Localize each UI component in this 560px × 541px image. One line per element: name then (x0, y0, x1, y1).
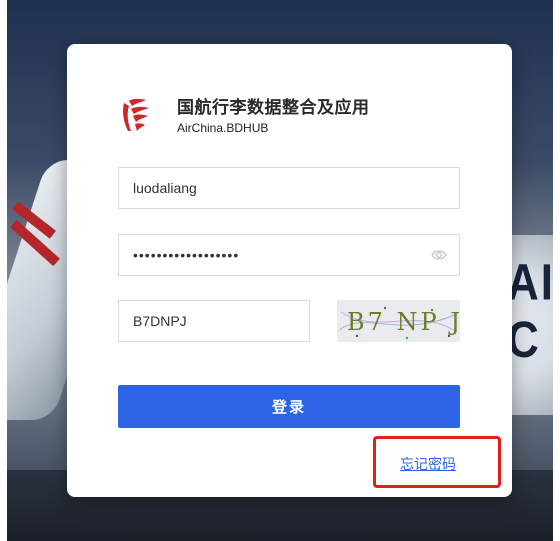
login-button[interactable]: 登录 (118, 385, 460, 428)
login-card: 国航行李数据整合及应用 AirChina.BDHUB B7 NP J 登录 忘记… (67, 44, 512, 497)
captcha-input[interactable] (133, 301, 303, 341)
right-edge (553, 0, 560, 541)
forgot-password-link[interactable]: 忘记密码 (400, 454, 456, 474)
app-title: 国航行李数据整合及应用 (177, 98, 370, 117)
captcha-image[interactable]: B7 NP J (337, 300, 460, 342)
app-subtitle: AirChina.BDHUB (177, 121, 269, 135)
password-field[interactable] (118, 234, 460, 276)
username-input[interactable] (133, 168, 423, 208)
left-edge (0, 0, 7, 541)
captcha-text: B7 NP J (347, 308, 460, 336)
password-input[interactable] (133, 235, 423, 275)
username-field[interactable] (118, 167, 460, 209)
captcha-field[interactable] (118, 300, 310, 342)
eye-icon[interactable] (431, 248, 447, 262)
air-china-phoenix-icon (123, 98, 149, 131)
